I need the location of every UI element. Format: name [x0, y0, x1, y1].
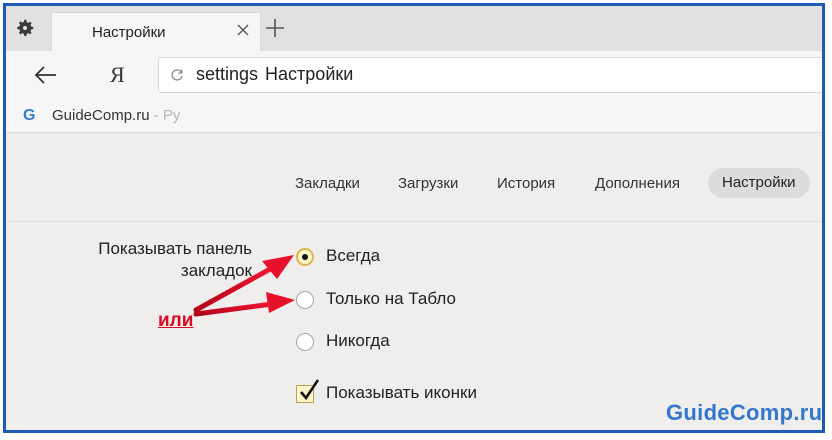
- guidecomp-favicon-icon: G: [23, 107, 35, 123]
- bookmarks-bar-setting-label: Показывать панель закладок: [46, 238, 252, 282]
- nav-item-history[interactable]: История: [497, 175, 555, 192]
- bookmark-label: GuideComp.ru: [52, 107, 150, 124]
- radio-button-checked[interactable]: [296, 248, 314, 266]
- nav-item-settings[interactable]: Настройки: [708, 168, 810, 198]
- label-line-1: Показывать панель: [98, 239, 252, 258]
- radio-label-never[interactable]: Никогда: [326, 331, 390, 351]
- address-text: settings Настройки: [196, 64, 353, 85]
- radio-label-tableau-only[interactable]: Только на Табло: [326, 289, 456, 309]
- nav-item-extensions[interactable]: Дополнения: [595, 175, 680, 192]
- yandex-logo[interactable]: Я: [110, 62, 125, 88]
- address-bar[interactable]: settings Настройки: [158, 57, 822, 93]
- plus-icon[interactable]: [264, 17, 286, 39]
- svg-text:G: G: [23, 107, 35, 123]
- bookmark-suffix: - Ру: [149, 107, 181, 124]
- close-icon[interactable]: [236, 23, 250, 37]
- radio-button[interactable]: [296, 291, 314, 309]
- bookmark-item-guidecomp[interactable]: GuideComp.ru - Ру: [52, 107, 180, 124]
- watermark: GuideComp.ru: [666, 400, 823, 425]
- arrow-to-tableau: [193, 292, 295, 317]
- annotation-ili: или: [158, 310, 194, 331]
- tab-title: Настройки: [92, 24, 166, 41]
- url-title: Настройки: [265, 64, 354, 84]
- navigation-bar: Я settings Настройки: [6, 51, 822, 100]
- back-arrow-icon[interactable]: [34, 65, 58, 85]
- radio-button[interactable]: [296, 333, 314, 351]
- gear-icon[interactable]: [14, 17, 36, 39]
- active-tab[interactable]: Настройки: [51, 12, 261, 51]
- checkmark-icon: [300, 379, 320, 401]
- nav-item-bookmarks[interactable]: Закладки: [295, 175, 360, 192]
- radio-label-always[interactable]: Всегда: [326, 246, 380, 266]
- settings-nav: Закладки Загрузки История Дополнения Нас…: [6, 166, 822, 206]
- show-icons-checkbox[interactable]: [296, 379, 320, 403]
- reload-icon[interactable]: [170, 68, 184, 82]
- divider: [6, 221, 822, 222]
- tab-strip: Настройки: [6, 6, 822, 52]
- browser-window: Настройки Я settings Настройки G GuideCom…: [3, 3, 825, 433]
- nav-item-downloads[interactable]: Загрузки: [398, 175, 458, 192]
- show-icons-label[interactable]: Показывать иконки: [326, 383, 477, 403]
- bookmarks-bar: G GuideComp.ru - Ру: [6, 100, 822, 133]
- url-prefix: settings: [196, 64, 259, 84]
- label-line-2: закладок: [180, 261, 252, 280]
